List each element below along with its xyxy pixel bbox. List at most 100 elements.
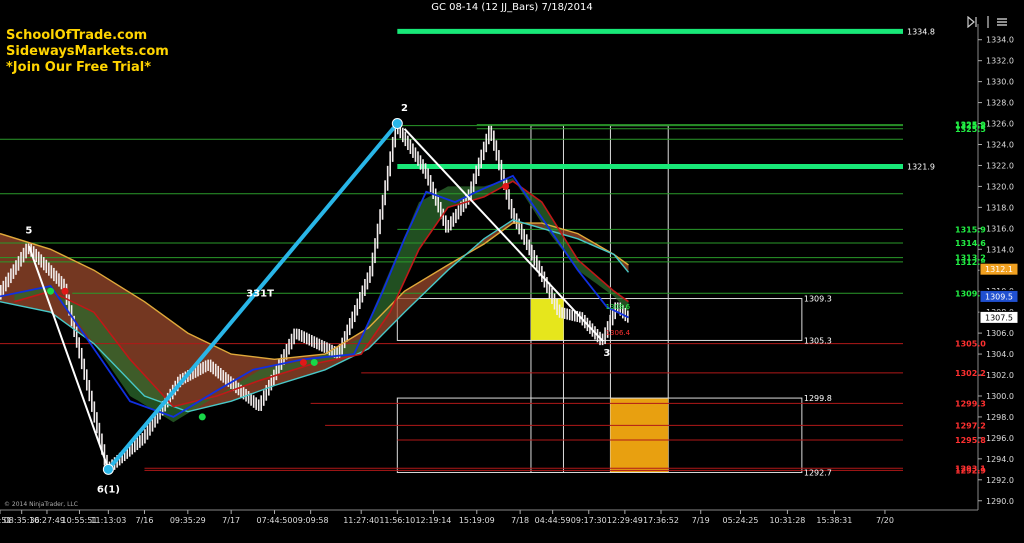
x-tick-label: 7/18 <box>511 516 529 525</box>
price-bar <box>0 284 2 300</box>
price-bar <box>144 429 146 444</box>
price-bar <box>523 229 525 245</box>
price-bar <box>472 173 475 192</box>
price-bar <box>348 318 351 336</box>
price-bar <box>424 163 427 179</box>
price-bar <box>366 272 369 290</box>
price-bar <box>477 157 480 177</box>
price-bar <box>217 365 220 379</box>
y-tick-label: 1290.0 <box>986 497 1014 506</box>
wave-annotation: 331T <box>246 288 274 299</box>
y-tick-label: 1304.0 <box>986 350 1014 359</box>
price-bar <box>308 333 311 346</box>
promo-line-1[interactable]: SchoolOfTrade.com <box>6 28 169 44</box>
price-bar <box>386 165 389 191</box>
price-bar <box>437 195 440 213</box>
price-bar <box>93 401 96 423</box>
price-bar <box>353 305 356 323</box>
promo-block: SchoolOfTrade.com SidewaysMarkets.com *J… <box>6 28 169 76</box>
price-chart[interactable]: 1290.0 1292.0 1294.0 1296.0 1298.0 1300.0 1302… <box>0 0 1024 543</box>
price-bar <box>520 223 523 240</box>
price-bar <box>364 278 366 296</box>
price-bar <box>429 175 432 193</box>
price-bar <box>83 358 86 380</box>
price-bar <box>318 338 321 351</box>
price-bar <box>55 270 58 284</box>
price-bar <box>295 328 298 340</box>
x-tick-label: 7/19 <box>692 516 710 525</box>
price-bar <box>22 247 25 263</box>
price-bar <box>53 267 55 282</box>
zone-label: 1305.3 <box>804 336 832 345</box>
price-bar <box>447 219 450 233</box>
price-bar <box>313 336 316 348</box>
x-tick-label: 17:36:52 <box>643 516 679 525</box>
level-label: 1299.3 <box>955 399 986 408</box>
x-tick-label: 10:27:49 <box>29 516 65 525</box>
price-bar <box>207 359 209 371</box>
play-bar-icon[interactable] <box>966 16 978 28</box>
price-bar <box>404 131 407 147</box>
price-bar <box>568 309 571 321</box>
price-bar <box>384 180 386 206</box>
price-bar <box>146 425 149 440</box>
price-bar <box>293 328 295 345</box>
y-tick-label: 1330.0 <box>986 78 1014 87</box>
price-tag-label: 1309.5 <box>985 292 1013 301</box>
price-bar <box>500 159 503 181</box>
price-bar <box>530 244 533 261</box>
price-bar <box>389 151 391 177</box>
price-bar <box>40 254 43 268</box>
level-label: 1297.2 <box>955 421 986 430</box>
price-bar <box>485 133 488 153</box>
price-bar <box>513 208 515 224</box>
price-bar <box>15 260 17 275</box>
promo-line-3[interactable]: *Join Our Free Trial* <box>6 60 169 76</box>
menu-icon[interactable] <box>996 16 1008 28</box>
x-tick-label: 7/20 <box>876 516 894 525</box>
price-bar <box>371 252 374 277</box>
price-bar <box>257 399 260 411</box>
level-label: 1315.9 <box>955 225 986 234</box>
price-bar <box>498 150 500 171</box>
x-tick-label: 15:19:09 <box>459 516 495 525</box>
price-bar <box>462 197 465 213</box>
price-bar <box>45 259 48 273</box>
key-level-label: 1321.9 <box>907 163 935 172</box>
price-bar <box>414 147 417 162</box>
x-tick-label: 12:29:49 <box>607 516 643 525</box>
price-bar <box>336 347 338 359</box>
price-bar <box>374 238 376 264</box>
price-bar <box>58 273 60 287</box>
price-bar <box>510 198 513 219</box>
price-bar <box>225 372 227 385</box>
price-bar <box>17 256 20 271</box>
price-bar <box>376 223 379 249</box>
price-bar <box>303 331 306 344</box>
price-bar <box>379 209 381 235</box>
price-bar <box>341 337 343 355</box>
price-bar <box>247 391 250 404</box>
split-icon[interactable] <box>982 16 994 28</box>
price-bar <box>402 127 404 143</box>
y-tick-label: 1298.0 <box>986 413 1014 422</box>
price-bar <box>288 338 290 355</box>
price-bar <box>490 125 493 142</box>
price-bar <box>391 136 394 162</box>
price-bar <box>356 298 359 316</box>
wave-annotation: 2 <box>401 103 408 114</box>
price-bar <box>214 363 217 377</box>
price-bar <box>369 265 371 283</box>
y-tick-label: 1320.0 <box>986 182 1014 191</box>
price-bar <box>48 262 50 276</box>
x-tick-label: 7/17 <box>222 516 240 525</box>
x-tick-label: 11:56:10 <box>379 516 415 525</box>
price-bar <box>419 155 422 170</box>
price-bar <box>85 369 88 391</box>
promo-line-2[interactable]: SidewaysMarkets.com <box>6 44 169 60</box>
x-tick-label: 09:09:58 <box>293 516 329 525</box>
zone-label: 1292.7 <box>804 468 832 477</box>
price-bar <box>323 341 326 353</box>
y-tick-label: 1316.0 <box>986 224 1014 233</box>
price-bar <box>487 125 490 145</box>
